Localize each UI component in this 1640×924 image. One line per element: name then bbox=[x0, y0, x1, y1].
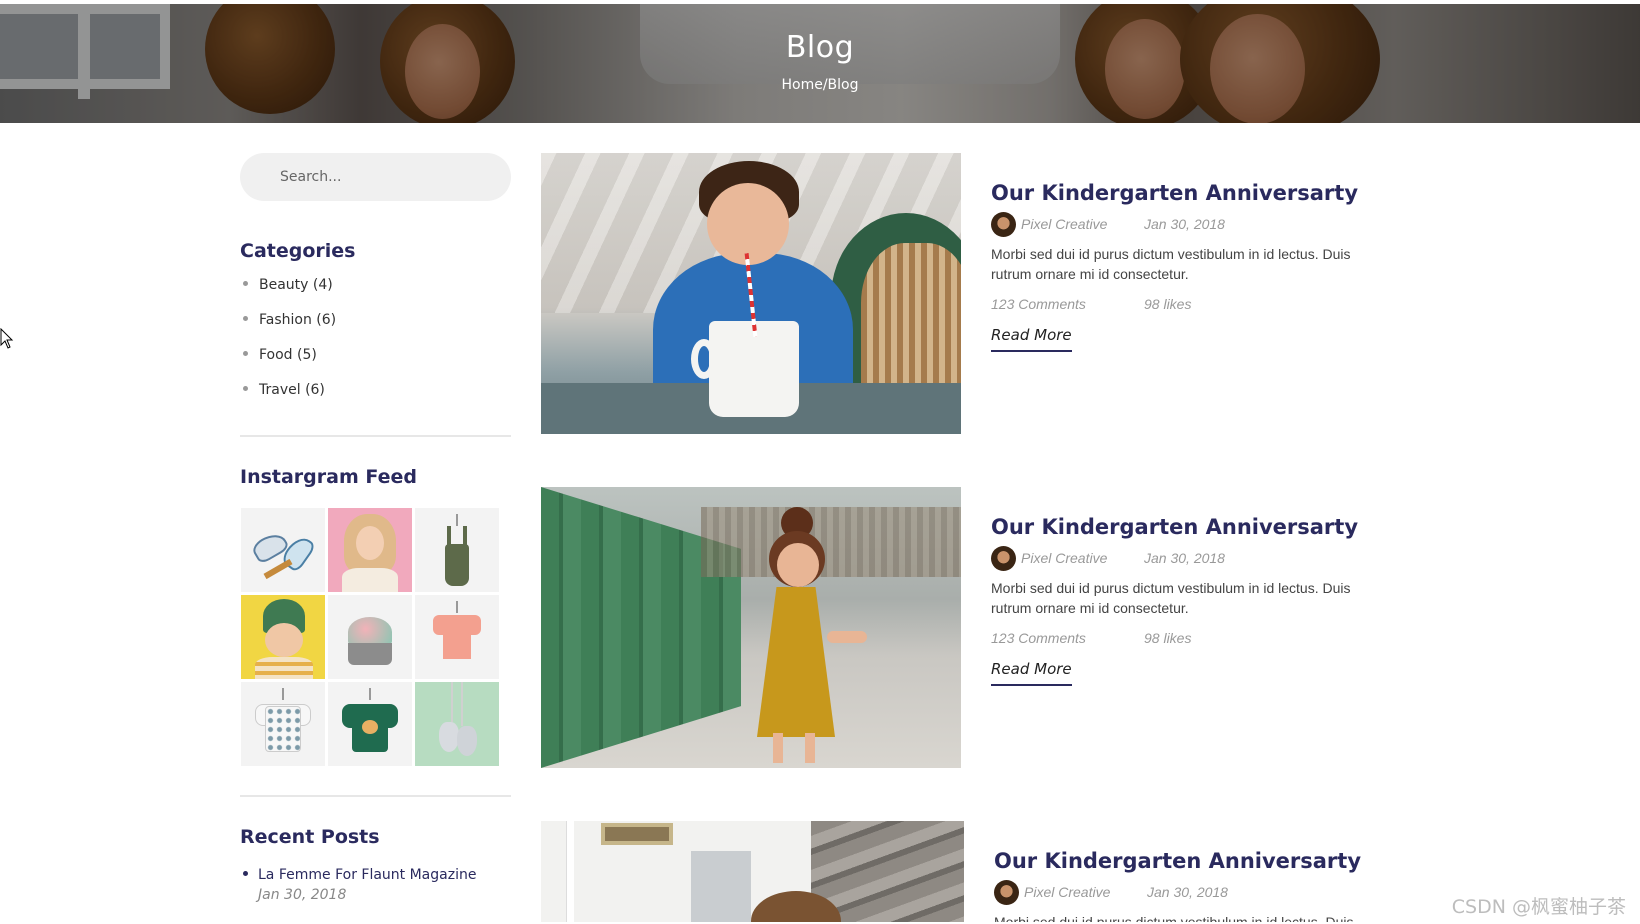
bullet-dot bbox=[243, 280, 248, 286]
categories-heading: Categories bbox=[240, 240, 356, 262]
instagram-grid bbox=[241, 508, 500, 775]
post-image[interactable] bbox=[541, 153, 961, 434]
instagram-thumb-overalls[interactable] bbox=[415, 508, 499, 592]
post-image[interactable] bbox=[541, 821, 964, 924]
watermark-text: CSDN @枫蜜柚子茶 bbox=[1451, 896, 1626, 918]
post-author[interactable]: Pixel Creative bbox=[1024, 884, 1110, 900]
post-date: Jan 30, 2018 bbox=[1147, 884, 1228, 900]
hero-banner: Blog Home/Blog bbox=[0, 4, 1640, 123]
page-title: Blog bbox=[785, 30, 855, 65]
bullet-dot bbox=[243, 385, 248, 391]
category-label: Food (5) bbox=[259, 347, 317, 363]
search-input[interactable] bbox=[240, 153, 511, 201]
bullet-dot bbox=[243, 315, 248, 321]
post-title[interactable]: Our Kindergarten Anniversarty bbox=[991, 515, 1358, 539]
recent-posts-heading: Recent Posts bbox=[240, 826, 380, 848]
read-more-link[interactable]: Read More bbox=[991, 660, 1072, 686]
category-item-food[interactable]: Food (5) bbox=[243, 347, 317, 363]
instagram-thumb-green-sweatshirt[interactable] bbox=[328, 682, 412, 766]
breadcrumb[interactable]: Home/Blog bbox=[0, 77, 1640, 93]
instagram-thumb-sneakers[interactable] bbox=[241, 508, 325, 592]
instagram-thumb-baby-shoes[interactable] bbox=[415, 682, 499, 766]
category-label: Travel (6) bbox=[259, 382, 325, 398]
post-date: Jan 30, 2018 bbox=[1144, 216, 1225, 232]
recent-post-item[interactable]: La Femme For Flaunt Magazine bbox=[243, 867, 476, 883]
post-image[interactable] bbox=[541, 487, 961, 768]
post-excerpt: Morbi sed dui id purus dictum vestibulum… bbox=[991, 580, 1351, 616]
sidebar-divider bbox=[240, 435, 511, 437]
category-item-travel[interactable]: Travel (6) bbox=[243, 382, 325, 398]
instagram-thumb-printed-sweater[interactable] bbox=[241, 682, 325, 766]
instagram-thumb-knit-hat[interactable] bbox=[328, 595, 412, 679]
post-excerpt: Morbi sed dui id purus dictum vestibulum… bbox=[991, 246, 1351, 282]
post-comments[interactable]: 123 Comments bbox=[991, 630, 1086, 646]
category-item-fashion[interactable]: Fashion (6) bbox=[243, 312, 336, 328]
post-title[interactable]: Our Kindergarten Anniversarty bbox=[991, 181, 1358, 205]
recent-post-title: La Femme For Flaunt Magazine bbox=[258, 867, 477, 883]
sidebar-divider bbox=[240, 795, 511, 797]
category-label: Beauty (4) bbox=[259, 277, 333, 293]
recent-post-date: Jan 30, 2018 bbox=[258, 887, 347, 903]
post-likes[interactable]: 98 likes bbox=[1144, 296, 1191, 312]
category-label: Fashion (6) bbox=[259, 312, 337, 328]
instagram-heading: Instargram Feed bbox=[240, 466, 417, 488]
bullet-dot bbox=[243, 350, 248, 356]
post-likes[interactable]: 98 likes bbox=[1144, 630, 1191, 646]
post-date: Jan 30, 2018 bbox=[1144, 550, 1225, 566]
category-item-beauty[interactable]: Beauty (4) bbox=[243, 277, 333, 293]
post-comments[interactable]: 123 Comments bbox=[991, 296, 1086, 312]
instagram-thumb-girl-beanie[interactable] bbox=[241, 595, 325, 679]
read-more-link[interactable]: Read More bbox=[991, 326, 1072, 352]
bullet-dot bbox=[243, 870, 248, 876]
post-title[interactable]: Our Kindergarten Anniversarty bbox=[994, 849, 1361, 873]
author-avatar bbox=[991, 546, 1016, 571]
author-avatar bbox=[994, 880, 1019, 905]
author-avatar bbox=[991, 212, 1016, 237]
instagram-thumb-pink-tshirt[interactable] bbox=[415, 595, 499, 679]
post-author[interactable]: Pixel Creative bbox=[1021, 216, 1107, 232]
mouse-cursor-icon bbox=[0, 328, 14, 349]
post-author[interactable]: Pixel Creative bbox=[1021, 550, 1107, 566]
instagram-thumb-girl-pink[interactable] bbox=[328, 508, 412, 592]
